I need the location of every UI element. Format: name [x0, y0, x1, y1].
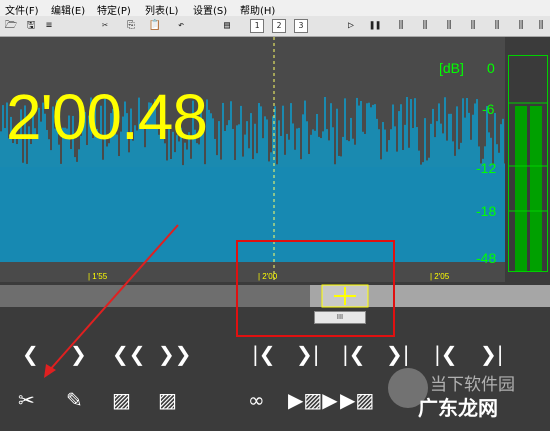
play-range-button[interactable]: ▶▨▶ [288, 390, 338, 410]
loop-button[interactable]: ∞ [248, 390, 265, 410]
annotation-arrow [44, 224, 179, 378]
watermark-subtitle: 广东龙网 [418, 396, 498, 420]
first-button[interactable]: |❮ [434, 344, 458, 364]
next-button[interactable]: ❯ [70, 344, 87, 364]
fill-a-button[interactable]: ▨ [112, 390, 131, 410]
goto-start2-button[interactable]: ❯| [386, 344, 410, 364]
rewind-button[interactable]: ❮❮ [112, 344, 146, 364]
play-end-button[interactable]: ▶▨ [340, 390, 374, 410]
set-start2-button[interactable]: |❮ [342, 344, 366, 364]
goto-start-button[interactable]: ❯| [296, 344, 320, 364]
prev-button[interactable]: ❮ [22, 344, 39, 364]
fill-b-button[interactable]: ▨ [158, 390, 177, 410]
set-start-button[interactable]: |❮ [252, 344, 276, 364]
last-button[interactable]: ❯| [480, 344, 504, 364]
forward-button[interactable]: ❯❯ [158, 344, 192, 364]
edit-pencil-button[interactable]: ✎ [66, 390, 83, 410]
cut-button[interactable]: ✂ [18, 390, 35, 410]
